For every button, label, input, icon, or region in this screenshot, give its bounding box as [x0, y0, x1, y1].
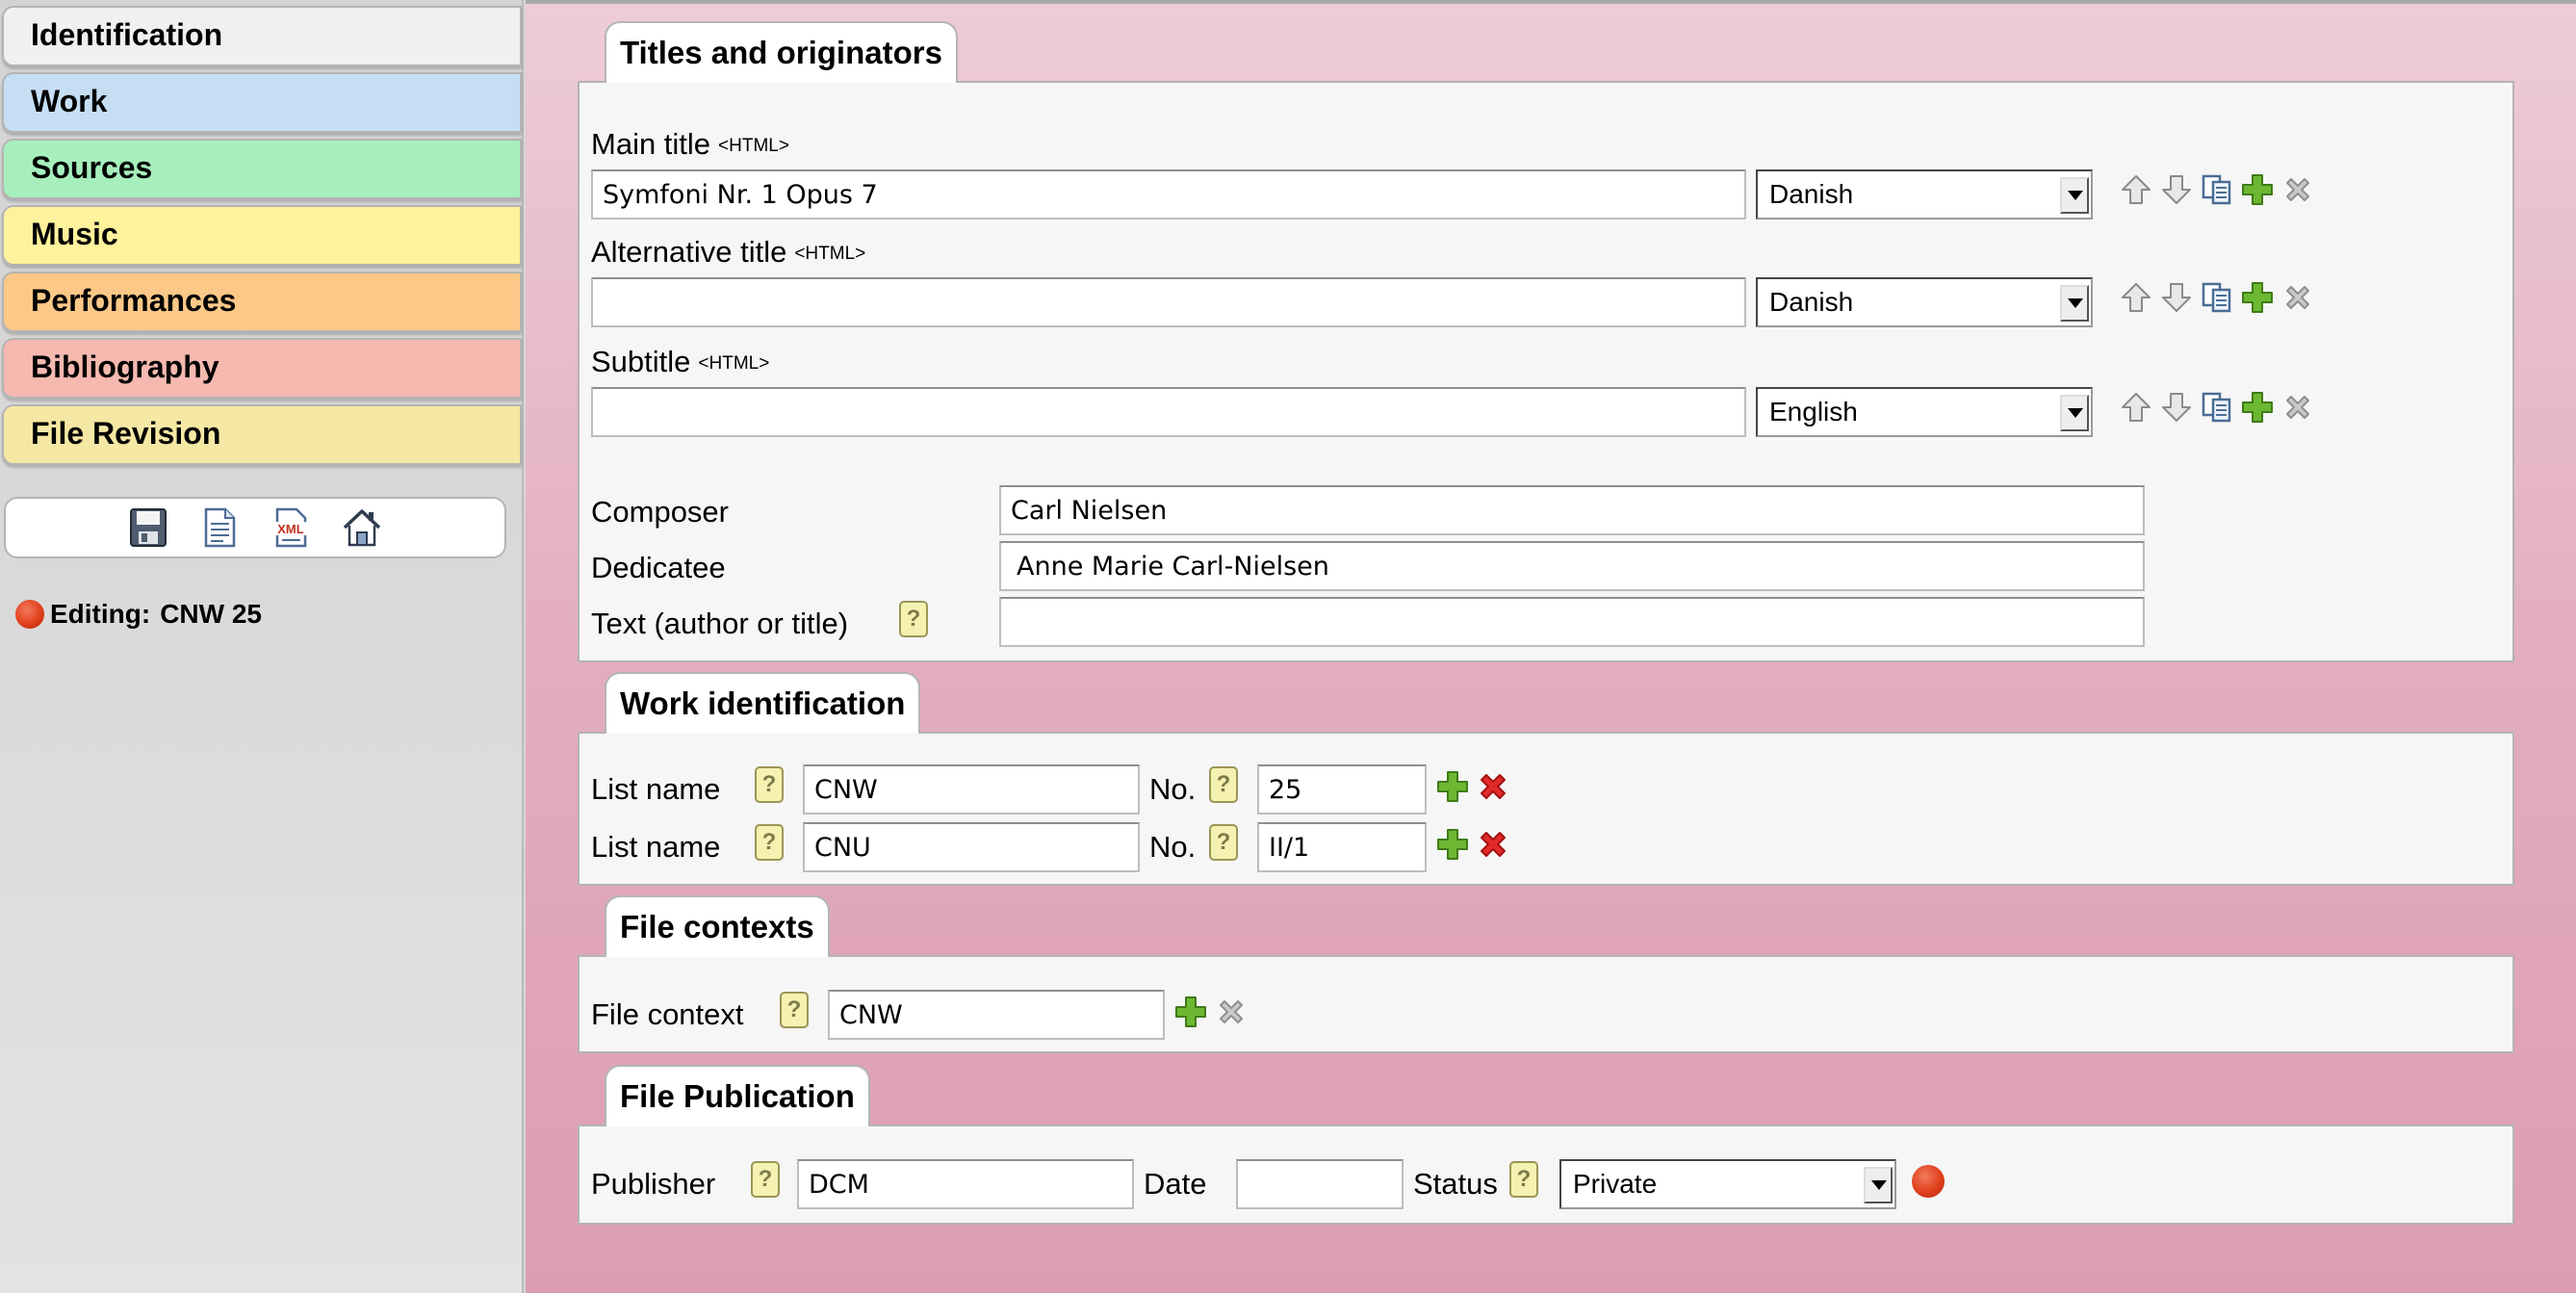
subtitle-label: Subtitle <HTML> [591, 345, 770, 378]
help-icon[interactable]: ? [780, 992, 809, 1028]
dropdown-arrow-icon [2060, 395, 2089, 431]
dropdown-arrow-icon [2060, 177, 2089, 214]
copy-icon[interactable] [2201, 173, 2233, 206]
tab-music[interactable]: Music [2, 205, 522, 266]
copy-icon[interactable] [2201, 391, 2233, 424]
alternative-title-label: Alternative title <HTML> [591, 235, 866, 269]
move-down-icon[interactable] [2160, 391, 2193, 424]
section-work-identification: List name ? No. ? List name ? No. ? [578, 732, 2514, 886]
list-name-label: List name [591, 772, 721, 806]
number-label: No. [1149, 830, 1197, 864]
composer-input[interactable] [999, 485, 2145, 535]
sidebar-toolbar: XML [4, 497, 506, 558]
status-label: Status [1413, 1167, 1498, 1201]
help-icon[interactable]: ? [755, 766, 784, 803]
tab-performances[interactable]: Performances [2, 272, 522, 332]
list-name-input[interactable] [803, 822, 1140, 872]
tab-identification[interactable]: Identification [2, 6, 522, 66]
dropdown-arrow-icon [1864, 1167, 1893, 1203]
help-icon[interactable]: ? [1209, 824, 1238, 861]
help-icon[interactable]: ? [899, 601, 928, 637]
tab-work[interactable]: Work [2, 72, 522, 133]
add-icon[interactable] [1436, 770, 1469, 803]
remove-icon[interactable] [2281, 281, 2314, 314]
text-author-label: Text (author or title) [591, 607, 849, 640]
help-icon[interactable]: ? [755, 824, 784, 861]
date-input[interactable] [1236, 1159, 1404, 1209]
editing-label: Editing: [50, 599, 151, 629]
add-icon[interactable] [2241, 173, 2274, 206]
main-title-label: Main title <HTML> [591, 127, 789, 161]
add-icon[interactable] [2241, 391, 2274, 424]
move-down-icon[interactable] [2160, 173, 2193, 206]
tab-bibliography[interactable]: Bibliography [2, 338, 522, 399]
remove-icon[interactable] [2281, 173, 2314, 206]
text-author-input[interactable] [999, 597, 2145, 647]
number-label: No. [1149, 772, 1197, 806]
dedicatee-input[interactable] [999, 541, 2145, 591]
remove-icon[interactable] [1215, 996, 1248, 1028]
add-icon[interactable] [2241, 281, 2274, 314]
section-titles-originators: Main title<HTML> Danish Alternative titl… [578, 81, 2514, 662]
move-up-icon[interactable] [2120, 173, 2152, 206]
subtitle-language-select[interactable]: English [1756, 387, 2093, 437]
alternative-title-input[interactable] [591, 277, 1746, 327]
tab-sources[interactable]: Sources [2, 139, 522, 199]
date-label: Date [1144, 1167, 1207, 1201]
list-name-input[interactable] [803, 764, 1140, 815]
publisher-input[interactable] [797, 1159, 1134, 1209]
section-title-file-publication: File Publication [605, 1065, 870, 1126]
delete-icon[interactable] [1477, 770, 1509, 803]
move-down-icon[interactable] [2160, 281, 2193, 314]
copy-icon[interactable] [2201, 281, 2233, 314]
dedicatee-label: Dedicatee [591, 551, 726, 584]
help-icon[interactable]: ? [751, 1161, 780, 1198]
delete-icon[interactable] [1477, 828, 1509, 861]
composer-label: Composer [591, 495, 729, 529]
editing-record-id: CNW 25 [160, 599, 262, 629]
editing-status: Editing: CNW 25 [15, 599, 262, 630]
status-indicator-icon [1912, 1165, 1945, 1198]
help-icon[interactable]: ? [1209, 766, 1238, 803]
dropdown-arrow-icon [2060, 285, 2089, 322]
subtitle-input[interactable] [591, 387, 1746, 437]
add-icon[interactable] [1174, 996, 1207, 1028]
publisher-label: Publisher [591, 1167, 716, 1201]
save-icon[interactable] [127, 506, 169, 549]
move-up-icon[interactable] [2120, 281, 2152, 314]
section-title-file-contexts: File contexts [605, 895, 830, 957]
section-title-work-identification: Work identification [605, 672, 921, 734]
xml-icon-label: XML [277, 522, 304, 536]
tab-file-revision[interactable]: File Revision [2, 404, 522, 465]
status-select[interactable]: Private [1559, 1159, 1896, 1209]
remove-icon[interactable] [2281, 391, 2314, 424]
sidebar: Identification Work Sources Music Perfor… [0, 0, 524, 1293]
section-title-titles: Titles and originators [605, 21, 958, 83]
xml-icon[interactable]: XML [270, 506, 312, 549]
number-input[interactable] [1257, 764, 1427, 815]
list-name-label: List name [591, 830, 721, 864]
home-icon[interactable] [341, 506, 383, 549]
main-title-input[interactable] [591, 169, 1746, 220]
main-content: Titles and originators Main title <HTML> … [526, 0, 2576, 1293]
file-context-label: File context [591, 997, 744, 1031]
alternative-title-language-select[interactable]: Danish [1756, 277, 2093, 327]
help-icon[interactable]: ? [1509, 1161, 1538, 1198]
section-file-publication: Publisher ? Date Status ? Private [578, 1125, 2514, 1225]
unsaved-indicator-icon [15, 600, 44, 629]
main-title-language-select[interactable]: Danish [1756, 169, 2093, 220]
add-icon[interactable] [1436, 828, 1469, 861]
file-context-input[interactable] [828, 990, 1165, 1040]
number-input[interactable] [1257, 822, 1427, 872]
document-icon[interactable] [198, 506, 241, 549]
section-file-contexts: File context ? [578, 955, 2514, 1053]
move-up-icon[interactable] [2120, 391, 2152, 424]
